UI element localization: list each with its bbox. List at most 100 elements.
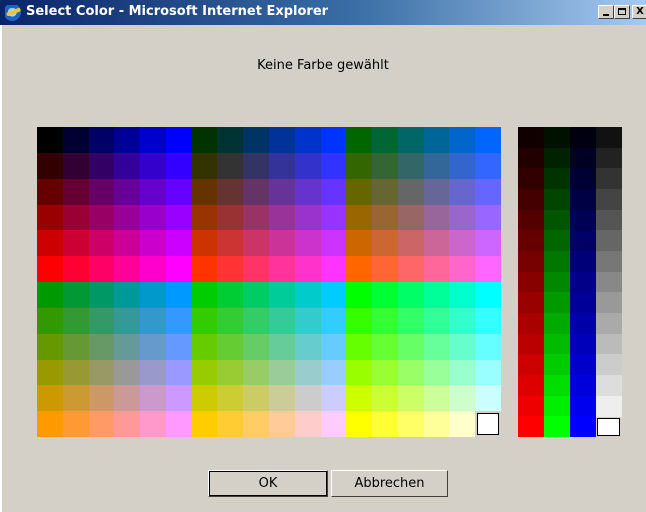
color-swatch[interactable] [165,359,192,386]
gradient-swatch[interactable] [596,292,622,314]
color-swatch[interactable] [140,307,167,334]
gradient-swatch[interactable] [544,333,570,355]
color-swatch[interactable] [423,256,450,283]
color-swatch[interactable] [372,333,399,360]
color-swatch[interactable] [140,385,167,412]
color-swatch[interactable] [320,178,347,205]
color-swatch[interactable] [62,411,89,438]
color-swatch[interactable] [114,256,141,283]
color-swatch[interactable] [449,230,476,257]
color-swatch[interactable] [37,152,63,179]
gradient-swatch[interactable] [544,271,570,293]
gradient-swatch[interactable] [518,271,544,293]
color-swatch[interactable] [294,282,321,308]
color-swatch[interactable] [449,178,476,205]
gradient-swatch[interactable] [544,375,570,396]
color-swatch[interactable] [423,178,450,205]
color-swatch[interactable] [217,307,244,334]
color-swatch[interactable] [320,230,347,257]
ok-button[interactable]: OK [208,470,328,497]
color-swatch[interactable] [423,152,450,179]
color-swatch[interactable] [62,333,89,360]
color-swatch[interactable] [165,204,192,231]
color-swatch[interactable] [475,127,502,153]
color-swatch[interactable] [88,178,115,205]
color-swatch[interactable] [475,178,502,205]
color-swatch[interactable] [191,127,218,153]
color-swatch[interactable] [243,359,270,386]
color-swatch[interactable] [88,204,115,231]
color-swatch[interactable] [449,282,476,308]
color-swatch[interactable] [294,152,321,179]
gradient-swatch[interactable] [518,189,544,210]
color-swatch[interactable] [372,385,399,412]
color-swatch[interactable] [372,359,399,386]
color-swatch[interactable] [397,411,424,438]
color-swatch[interactable] [140,282,167,308]
color-swatch[interactable] [62,307,89,334]
color-swatch[interactable] [243,411,270,438]
gradient-swatch[interactable] [570,375,596,396]
color-swatch[interactable] [114,385,141,412]
color-swatch[interactable] [191,385,218,412]
gradient-swatch[interactable] [570,147,596,169]
color-swatch[interactable] [217,333,244,360]
color-swatch[interactable] [449,127,476,153]
gradient-swatch[interactable] [518,375,544,396]
color-swatch[interactable] [397,307,424,334]
color-swatch[interactable] [269,282,295,308]
color-swatch[interactable] [475,359,502,386]
color-swatch[interactable] [449,152,476,179]
gradient-swatch[interactable] [518,147,544,169]
color-swatch[interactable] [269,230,295,257]
gradient-swatch[interactable] [544,251,570,272]
color-swatch[interactable] [449,307,476,334]
color-swatch[interactable] [294,307,321,334]
color-swatch[interactable] [449,256,476,283]
color-swatch[interactable] [191,256,218,283]
color-swatch[interactable] [449,385,476,412]
color-swatch[interactable] [217,282,244,308]
color-swatch[interactable] [372,127,399,153]
color-swatch[interactable] [320,307,347,334]
color-swatch[interactable] [372,307,399,334]
gradient-swatch[interactable] [544,354,570,376]
color-swatch[interactable] [397,152,424,179]
gradient-swatch[interactable] [518,209,544,231]
color-swatch[interactable] [217,127,244,153]
color-swatch[interactable] [449,333,476,360]
color-swatch[interactable] [191,359,218,386]
gradient-swatch[interactable] [544,168,570,190]
color-swatch[interactable] [191,152,218,179]
gradient-swatch[interactable] [596,354,622,376]
color-swatch[interactable] [88,385,115,412]
color-swatch[interactable] [372,230,399,257]
color-swatch[interactable] [217,411,244,438]
gradient-swatch[interactable] [596,230,622,252]
color-swatch[interactable] [88,411,115,438]
color-swatch[interactable] [294,178,321,205]
color-swatch[interactable] [320,359,347,386]
color-swatch[interactable] [269,178,295,205]
color-swatch[interactable] [140,152,167,179]
color-swatch[interactable] [37,178,63,205]
color-swatch[interactable] [346,307,373,334]
color-swatch[interactable] [346,385,373,412]
gradient-swatch[interactable] [544,292,570,314]
color-swatch[interactable] [294,230,321,257]
color-swatch[interactable] [423,282,450,308]
selected-color-swatch[interactable] [477,413,500,436]
color-swatch[interactable] [217,152,244,179]
color-swatch[interactable] [294,385,321,412]
color-swatch[interactable] [62,204,89,231]
color-swatch[interactable] [397,178,424,205]
gradient-swatch[interactable] [544,209,570,231]
color-swatch[interactable] [346,127,373,153]
color-swatch[interactable] [372,152,399,179]
color-swatch[interactable] [243,152,270,179]
color-swatch[interactable] [372,178,399,205]
color-swatch[interactable] [243,127,270,153]
color-swatch[interactable] [423,359,450,386]
color-swatch[interactable] [217,385,244,412]
color-swatch[interactable] [397,256,424,283]
